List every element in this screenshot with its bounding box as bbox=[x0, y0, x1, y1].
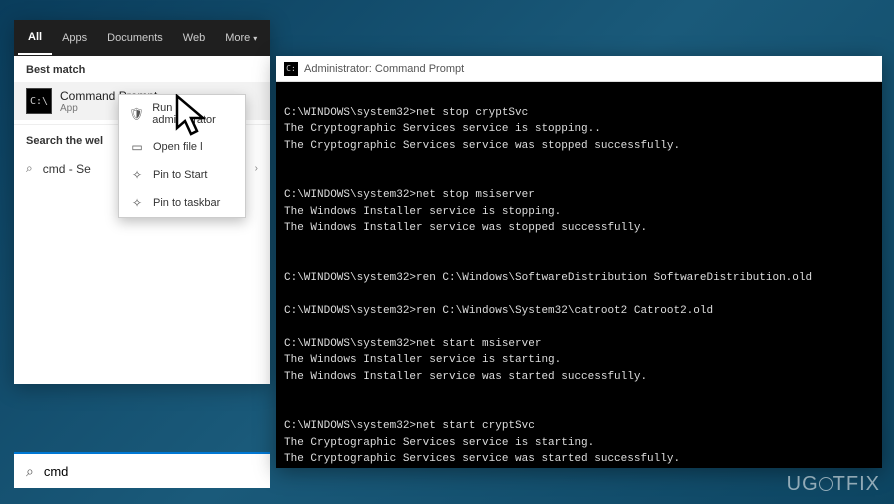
search-input-bar[interactable]: ⌕ bbox=[14, 452, 270, 488]
shield-icon: 🛡 bbox=[129, 107, 144, 121]
ctx-open-file-location[interactable]: ▭ Open file l bbox=[119, 133, 245, 161]
ctx-pin-taskbar[interactable]: ✧ Pin to taskbar bbox=[119, 189, 245, 217]
tab-web[interactable]: Web bbox=[173, 22, 215, 54]
terminal-icon: C: bbox=[284, 62, 298, 76]
tab-more[interactable]: More▾ bbox=[215, 22, 267, 54]
tab-all[interactable]: All bbox=[18, 21, 52, 55]
watermark: UGTFIX bbox=[787, 473, 880, 496]
terminal-icon: C:\ bbox=[26, 88, 52, 114]
folder-icon: ▭ bbox=[129, 140, 145, 154]
cmd-output[interactable]: C:\WINDOWS\system32>net stop cryptSvc Th… bbox=[276, 82, 882, 468]
search-input[interactable] bbox=[44, 464, 224, 479]
ring-icon bbox=[819, 477, 833, 491]
ctx-label: Pin to taskbar bbox=[153, 197, 220, 209]
pin-icon: ✧ bbox=[129, 168, 145, 182]
chevron-right-icon: › bbox=[255, 163, 258, 174]
best-match-header: Best match bbox=[14, 56, 270, 82]
search-web-text: cmd - Se bbox=[43, 162, 91, 176]
ctx-label: Open file l bbox=[153, 141, 203, 153]
ctx-run-as-admin[interactable]: 🛡 Run as administrator bbox=[119, 95, 245, 133]
chevron-down-icon: ▾ bbox=[253, 34, 257, 43]
ctx-label: Run as administrator bbox=[152, 102, 235, 126]
tab-apps[interactable]: Apps bbox=[52, 22, 97, 54]
window-title: Administrator: Command Prompt bbox=[304, 63, 464, 75]
ctx-label: Pin to Start bbox=[153, 169, 207, 181]
search-icon: ⌕ bbox=[26, 463, 34, 480]
tab-documents[interactable]: Documents bbox=[97, 22, 173, 54]
cmd-titlebar[interactable]: C: Administrator: Command Prompt bbox=[276, 56, 882, 82]
search-icon: ⌕ bbox=[26, 161, 33, 176]
ctx-pin-start[interactable]: ✧ Pin to Start bbox=[119, 161, 245, 189]
pin-icon: ✧ bbox=[129, 196, 145, 210]
command-prompt-window: C: Administrator: Command Prompt C:\WIND… bbox=[276, 56, 882, 468]
search-tabs: All Apps Documents Web More▾ bbox=[14, 20, 270, 56]
context-menu: 🛡 Run as administrator ▭ Open file l ✧ P… bbox=[118, 94, 246, 218]
